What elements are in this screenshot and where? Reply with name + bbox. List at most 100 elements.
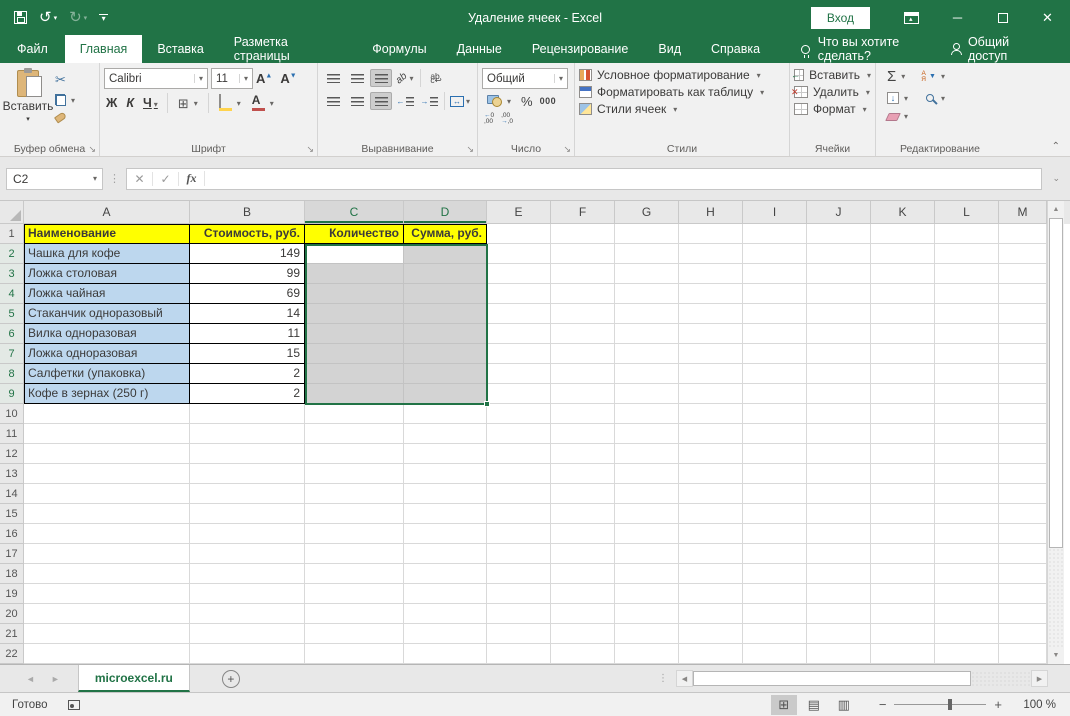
cell-D20[interactable] xyxy=(404,604,487,624)
row-header-2[interactable]: 2 xyxy=(0,244,24,264)
zoom-slider-thumb[interactable] xyxy=(947,699,952,710)
cell-K6[interactable] xyxy=(871,324,935,344)
undo-button[interactable]: ↺ ▾ xyxy=(39,10,57,25)
cell-G18[interactable] xyxy=(615,564,679,584)
cell-B18[interactable] xyxy=(190,564,305,584)
cell-E12[interactable] xyxy=(487,444,551,464)
row-header-19[interactable]: 19 xyxy=(0,584,24,604)
cell-L5[interactable] xyxy=(935,304,999,324)
cell-M12[interactable] xyxy=(999,444,1047,464)
font-size-combo[interactable]: 11 ▾ xyxy=(211,68,253,89)
cell-K9[interactable] xyxy=(871,384,935,404)
cell-B16[interactable] xyxy=(190,524,305,544)
cell-E19[interactable] xyxy=(487,584,551,604)
cell-I7[interactable] xyxy=(743,344,807,364)
cell-K7[interactable] xyxy=(871,344,935,364)
row-header-5[interactable]: 5 xyxy=(0,304,24,324)
cell-K12[interactable] xyxy=(871,444,935,464)
cell-I2[interactable] xyxy=(743,244,807,264)
row-header-17[interactable]: 17 xyxy=(0,544,24,564)
align-right-button[interactable] xyxy=(370,92,392,110)
cell-J10[interactable] xyxy=(807,404,871,424)
cell-J6[interactable] xyxy=(807,324,871,344)
cell-E2[interactable] xyxy=(487,244,551,264)
cell-C8[interactable] xyxy=(305,364,404,384)
cell-K5[interactable] xyxy=(871,304,935,324)
cell-C21[interactable] xyxy=(305,624,404,644)
cell-I19[interactable] xyxy=(743,584,807,604)
cell-B13[interactable] xyxy=(190,464,305,484)
cell-L12[interactable] xyxy=(935,444,999,464)
cell-H21[interactable] xyxy=(679,624,743,644)
cell-I6[interactable] xyxy=(743,324,807,344)
cell-B7[interactable]: 15 xyxy=(190,344,305,364)
cell-A10[interactable] xyxy=(24,404,190,424)
horizontal-scroll-track[interactable] xyxy=(971,671,1031,686)
cell-F11[interactable] xyxy=(551,424,615,444)
column-header-H[interactable]: H xyxy=(679,201,743,224)
align-middle-button[interactable] xyxy=(346,69,368,87)
cell-G20[interactable] xyxy=(615,604,679,624)
zoom-level[interactable]: 100 % xyxy=(1010,699,1056,711)
cell-M18[interactable] xyxy=(999,564,1047,584)
cell-B14[interactable] xyxy=(190,484,305,504)
cell-C13[interactable] xyxy=(305,464,404,484)
row-header-16[interactable]: 16 xyxy=(0,524,24,544)
cell-J16[interactable] xyxy=(807,524,871,544)
cell-G6[interactable] xyxy=(615,324,679,344)
cell-B21[interactable] xyxy=(190,624,305,644)
bold-button[interactable]: Ж xyxy=(104,96,119,110)
cell-G17[interactable] xyxy=(615,544,679,564)
cell-A19[interactable] xyxy=(24,584,190,604)
cell-H17[interactable] xyxy=(679,544,743,564)
borders-button[interactable]: ⊞ xyxy=(175,95,201,112)
cell-D9[interactable] xyxy=(404,384,487,404)
macro-record-icon[interactable] xyxy=(67,699,80,710)
cell-H3[interactable] xyxy=(679,264,743,284)
cell-F13[interactable] xyxy=(551,464,615,484)
cell-I5[interactable] xyxy=(743,304,807,324)
cell-B1[interactable]: Стоимость, руб. xyxy=(190,224,305,244)
cell-I20[interactable] xyxy=(743,604,807,624)
cell-D12[interactable] xyxy=(404,444,487,464)
column-header-A[interactable]: A xyxy=(24,201,190,224)
cell-J22[interactable] xyxy=(807,644,871,664)
cell-B4[interactable]: 69 xyxy=(190,284,305,304)
cell-B12[interactable] xyxy=(190,444,305,464)
tab-help[interactable]: Справка xyxy=(696,35,775,63)
decrease-decimal-button[interactable]: ,00 →,0 xyxy=(501,112,513,125)
cell-E6[interactable] xyxy=(487,324,551,344)
cell-D10[interactable] xyxy=(404,404,487,424)
cell-H4[interactable] xyxy=(679,284,743,304)
cell-H20[interactable] xyxy=(679,604,743,624)
cell-C17[interactable] xyxy=(305,544,404,564)
collapse-ribbon-icon[interactable]: ⌃ xyxy=(1052,141,1060,152)
cell-M3[interactable] xyxy=(999,264,1047,284)
cell-L8[interactable] xyxy=(935,364,999,384)
zoom-slider[interactable] xyxy=(894,699,987,710)
cell-F17[interactable] xyxy=(551,544,615,564)
cell-L20[interactable] xyxy=(935,604,999,624)
row-header-9[interactable]: 9 xyxy=(0,384,24,404)
cell-L11[interactable] xyxy=(935,424,999,444)
cell-A1[interactable]: Наименование xyxy=(24,224,190,244)
cell-A17[interactable] xyxy=(24,544,190,564)
cell-D6[interactable] xyxy=(404,324,487,344)
cell-M5[interactable] xyxy=(999,304,1047,324)
redo-button[interactable]: ↻ ▾ xyxy=(69,10,87,25)
cell-M19[interactable] xyxy=(999,584,1047,604)
cell-C15[interactable] xyxy=(305,504,404,524)
vertical-scroll-thumb[interactable] xyxy=(1049,218,1063,548)
cell-A9[interactable]: Кофе в зернах (250 г) xyxy=(24,384,190,404)
cell-H12[interactable] xyxy=(679,444,743,464)
scroll-right-icon[interactable]: ▶ xyxy=(1031,670,1048,687)
cell-D19[interactable] xyxy=(404,584,487,604)
cell-C10[interactable] xyxy=(305,404,404,424)
column-header-B[interactable]: B xyxy=(190,201,305,224)
cell-K18[interactable] xyxy=(871,564,935,584)
cell-G5[interactable] xyxy=(615,304,679,324)
cell-J2[interactable] xyxy=(807,244,871,264)
cell-E9[interactable] xyxy=(487,384,551,404)
cell-G2[interactable] xyxy=(615,244,679,264)
cell-D1[interactable]: Сумма, руб. xyxy=(404,224,487,244)
